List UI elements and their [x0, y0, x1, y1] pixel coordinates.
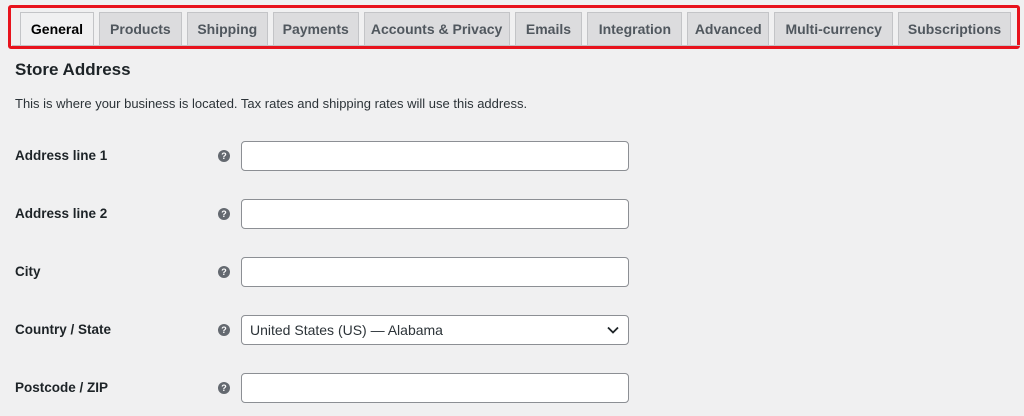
section-description: This is where your business is located. … — [15, 96, 528, 111]
postcode-label: Postcode / ZIP — [15, 380, 109, 395]
question-circle-icon[interactable]: ? — [218, 266, 230, 278]
tabs-divider — [12, 45, 1020, 46]
country-state-select[interactable]: United States (US) — Alabama — [241, 315, 629, 345]
row-country-state: Country / State ? United States (US) — A… — [15, 315, 635, 345]
address-line-1-label: Address line 1 — [15, 148, 108, 163]
country-state-value: United States (US) — Alabama — [250, 322, 443, 338]
row-city: City ? — [15, 257, 635, 287]
tab-advanced[interactable]: Advanced — [687, 12, 770, 45]
row-postcode: Postcode / ZIP ? — [15, 373, 635, 403]
tab-multi-currency[interactable]: Multi-currency — [774, 12, 894, 45]
address-line-2-input[interactable] — [241, 199, 629, 229]
settings-tabs: General Products Shipping Payments Accou… — [20, 12, 1016, 45]
address-line-1-input[interactable] — [241, 141, 629, 171]
question-circle-icon[interactable]: ? — [218, 382, 230, 394]
question-circle-icon[interactable]: ? — [218, 150, 230, 162]
postcode-input[interactable] — [241, 373, 629, 403]
question-circle-icon[interactable]: ? — [218, 324, 230, 336]
row-address-line-1: Address line 1 ? — [15, 141, 635, 171]
address-line-2-label: Address line 2 — [15, 206, 108, 221]
tab-subscriptions[interactable]: Subscriptions — [898, 12, 1011, 45]
section-title: Store Address — [15, 60, 131, 79]
city-input[interactable] — [241, 257, 629, 287]
tab-general[interactable]: General — [20, 12, 94, 45]
tab-shipping[interactable]: Shipping — [186, 12, 268, 45]
chevron-down-icon — [606, 323, 620, 337]
question-circle-icon[interactable]: ? — [218, 208, 230, 220]
tab-payments[interactable]: Payments — [272, 12, 359, 45]
tab-integration[interactable]: Integration — [587, 12, 683, 45]
city-label: City — [15, 264, 41, 279]
country-state-label: Country / State — [15, 322, 112, 337]
row-address-line-2: Address line 2 ? — [15, 199, 635, 229]
tab-accounts-privacy[interactable]: Accounts & Privacy — [363, 12, 510, 45]
tab-emails[interactable]: Emails — [514, 12, 583, 45]
tab-products[interactable]: Products — [98, 12, 182, 45]
